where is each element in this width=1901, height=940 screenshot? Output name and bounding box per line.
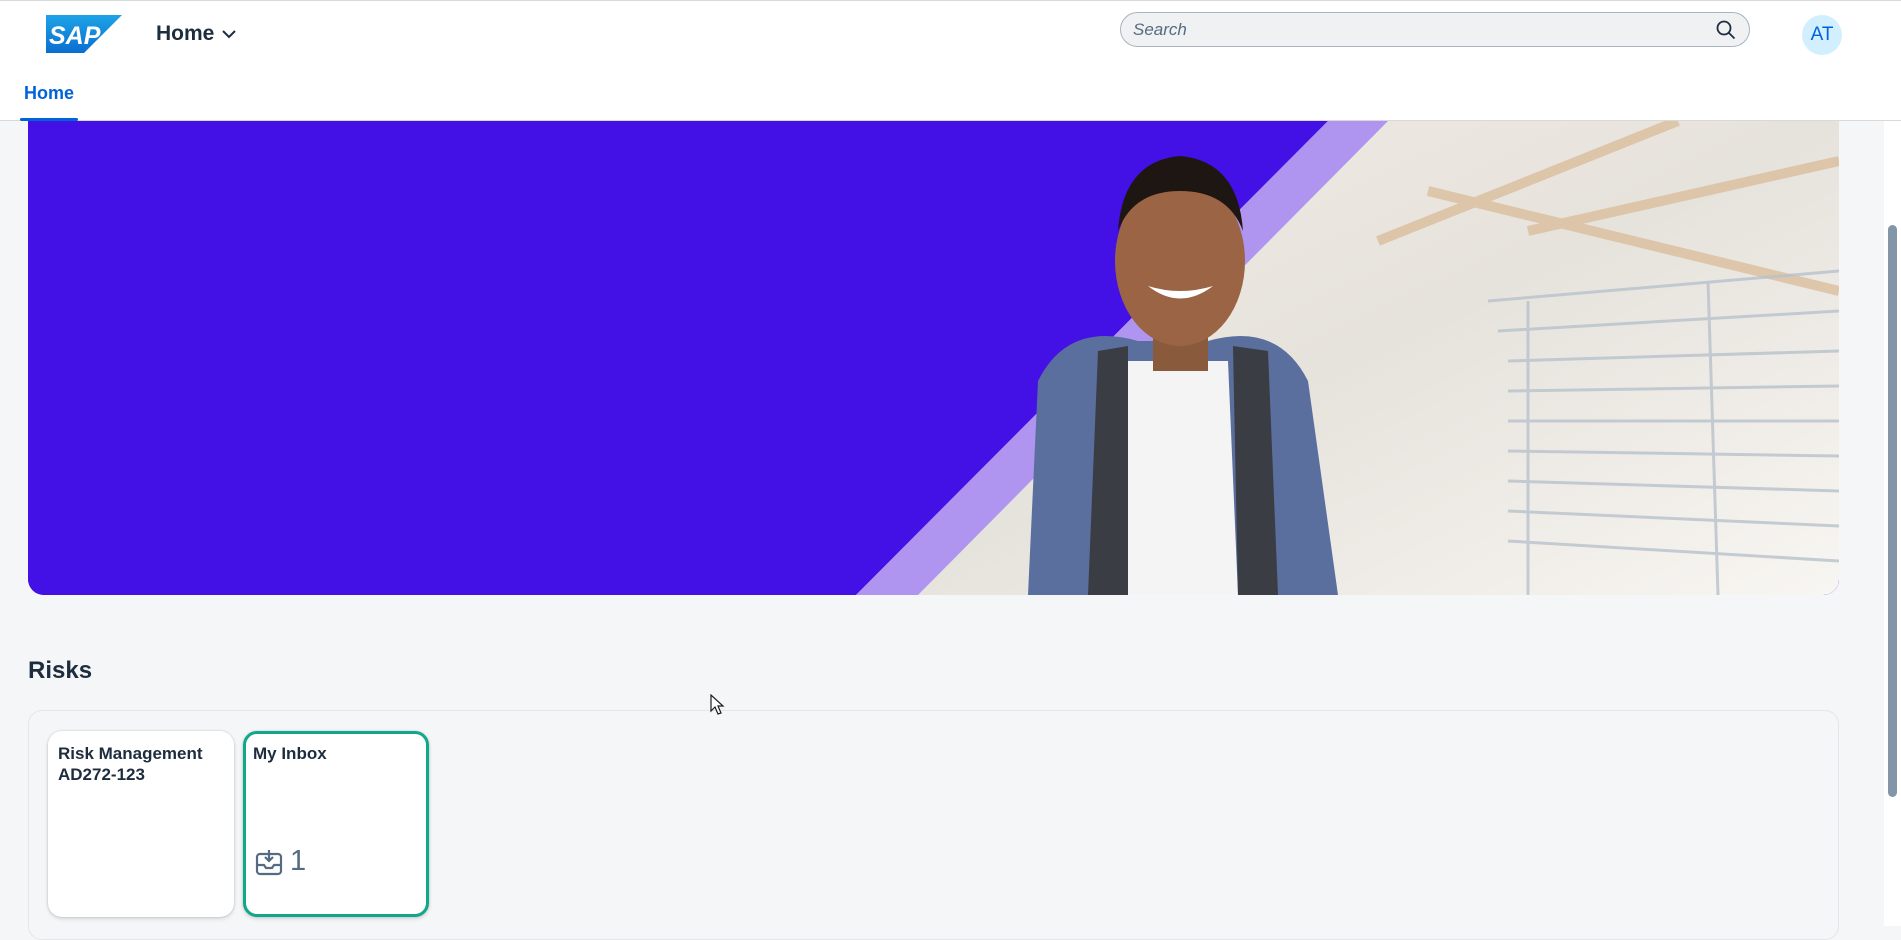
home-menu-label: Home (156, 22, 215, 45)
tile-kpi: 1 (254, 845, 306, 878)
hero-banner (28, 121, 1839, 595)
tab-home-label: Home (24, 83, 75, 103)
inbox-icon (255, 849, 283, 875)
tile-title: My Inbox (253, 744, 327, 763)
inbox-count: 1 (290, 845, 307, 877)
tile-title-line2: AD272-123 (58, 765, 145, 784)
search-input[interactable] (1133, 19, 1715, 40)
svg-text:SAP: SAP (49, 22, 101, 50)
search-field[interactable] (1120, 12, 1750, 47)
shell-header: SAP Home AT Home (0, 0, 1901, 121)
risks-section: Risk Management AD272-123 My Inbox 1 (28, 710, 1839, 940)
section-title-risks: Risks (28, 657, 93, 684)
chevron-down-icon (222, 30, 237, 39)
mouse-pointer-icon (710, 694, 725, 715)
tile-title: Risk Management AD272-123 (58, 743, 224, 785)
user-avatar[interactable]: AT (1802, 15, 1842, 55)
banner-image (28, 121, 1839, 595)
tile-my-inbox[interactable]: My Inbox 1 (243, 731, 429, 917)
sap-logo[interactable]: SAP (46, 15, 122, 53)
tab-home[interactable]: Home (20, 83, 79, 121)
tile-risk-management[interactable]: Risk Management AD272-123 (48, 731, 234, 917)
home-menu-button[interactable]: Home (156, 19, 237, 49)
avatar-initials: AT (1810, 24, 1834, 45)
search-icon[interactable] (1715, 19, 1737, 41)
tile-title-line1: Risk Management (58, 744, 203, 763)
scrollbar-thumb[interactable] (1888, 225, 1897, 797)
